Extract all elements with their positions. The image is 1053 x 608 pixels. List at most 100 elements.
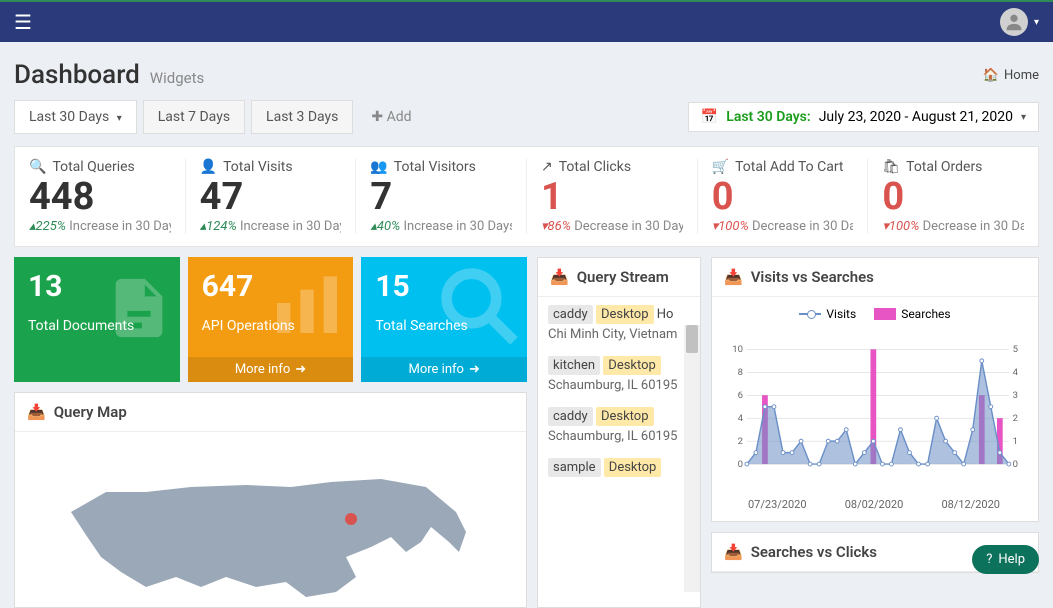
widgets-area: 13 Total Documents ➜647 API Operations M… (0, 247, 1053, 608)
stat-card: 👤Total Visits 47 124% Increase in 30 Day… (186, 159, 357, 234)
scrollbar[interactable] (684, 325, 700, 592)
stat-value: 47 (200, 177, 342, 219)
svg-text:10: 10 (732, 344, 743, 355)
page-header: Dashboard Widgets 🏠 Home (0, 42, 1053, 100)
home-icon: 🏠 (983, 68, 999, 83)
help-icon: ? (986, 552, 992, 567)
breadcrumb-home: Home (1004, 68, 1039, 83)
stat-pct: 100% (882, 219, 919, 234)
tile-green[interactable]: 13 Total Documents ➜ (14, 257, 180, 382)
svg-text:5: 5 (1013, 344, 1018, 355)
query-tag: caddy (548, 305, 593, 324)
svg-text:4: 4 (1013, 367, 1019, 378)
legend-swatch-bar (874, 308, 896, 320)
add-tab-button[interactable]: ✚ Add (359, 100, 423, 134)
users-icon: 👥 (370, 159, 387, 175)
query-stream-item[interactable]: sample Desktop (548, 458, 690, 477)
device-tag: Desktop (596, 305, 654, 324)
stat-pct: 100% (712, 219, 749, 234)
legend-label: Visits (826, 307, 856, 321)
legend-label: Searches (901, 307, 950, 321)
stat-change-text: Increase in 30 Days (404, 219, 513, 234)
x-label: 08/12/2020 (941, 498, 1000, 511)
map-body[interactable] (15, 432, 526, 607)
stat-change-text: Decrease in 30 Days (752, 219, 853, 234)
tab-row: Last 30 Days ▾ Last 7 Days Last 3 Days ✚… (0, 100, 1053, 134)
hamburger-icon[interactable]: ☰ (14, 10, 32, 34)
x-label: 08/02/2020 (845, 498, 904, 511)
stat-card: 🔍Total Queries 448 225% Increase in 30 D… (15, 159, 186, 234)
scroll-thumb[interactable] (686, 325, 698, 353)
query-tag: kitchen (548, 356, 600, 375)
user-menu[interactable]: ▾ (1000, 8, 1039, 36)
svg-text:6: 6 (738, 390, 743, 401)
tab-7days[interactable]: Last 7 Days (143, 100, 245, 134)
arrow-right-icon: ➜ (295, 362, 306, 377)
chevron-down-icon: ▾ (117, 113, 122, 124)
tab-3days[interactable]: Last 3 Days (251, 100, 353, 134)
stat-label: Total Visitors (394, 159, 476, 175)
chart-legend: Visits Searches (722, 307, 1028, 321)
svg-text:0: 0 (1013, 459, 1018, 470)
tile-bg-icon (267, 263, 347, 358)
panel-title: Visits vs Searches (751, 268, 874, 286)
svg-text:4: 4 (738, 413, 744, 424)
query-stream-panel: 📥Query Stream caddy Desktop HoChi Minh C… (537, 257, 701, 608)
panel-title: Query Stream (577, 268, 669, 286)
x-label: 07/23/2020 (748, 498, 807, 511)
stat-label: Total Clicks (559, 159, 631, 175)
top-bar: ☰ ▾ (0, 0, 1053, 42)
more-info-link[interactable]: More info ➜ (188, 357, 354, 382)
query-tag: caddy (548, 407, 593, 426)
stat-label: Total Queries (52, 159, 134, 175)
tab-30days[interactable]: Last 30 Days ▾ (14, 100, 137, 134)
tile-bg-icon (436, 263, 521, 363)
query-location: Schaumburg, IL 60195 (548, 429, 690, 444)
stat-value: 7 (370, 177, 512, 219)
stat-label: Total Add To Cart (735, 159, 843, 175)
svg-text:2: 2 (1013, 413, 1019, 424)
chevron-down-icon: ▾ (1021, 112, 1026, 123)
stat-value: 0 (712, 177, 854, 219)
chevron-down-icon: ▾ (1034, 17, 1039, 28)
svg-text:3: 3 (1013, 390, 1018, 401)
chart-body: Visits Searches 0246810 012345 07/23/202… (712, 297, 1038, 521)
tiles-row: 13 Total Documents ➜647 API Operations M… (14, 257, 527, 382)
svg-text:1: 1 (1013, 436, 1018, 447)
tile-orange[interactable]: 647 API Operations More info ➜ (188, 257, 354, 382)
avatar (1000, 8, 1028, 36)
stat-card: ↗Total Clicks 1 86% Decrease in 30 Days (527, 159, 698, 234)
breadcrumb[interactable]: 🏠 Home (983, 68, 1039, 83)
device-tag: Desktop (604, 458, 662, 477)
query-stream-item[interactable]: caddy Desktop HoChi Minh City, Vietnam (548, 305, 690, 342)
panel-title: Query Map (54, 403, 127, 421)
visits-searches-chart[interactable]: 0246810 012345 (722, 329, 1028, 494)
stat-change-text: Decrease in 30 Days (923, 219, 1024, 234)
page-subtitle: Widgets (150, 69, 204, 87)
arrow-right-icon: ➜ (469, 362, 480, 377)
calendar-icon: 📅 (701, 109, 718, 125)
tabs: Last 30 Days ▾ Last 7 Days Last 3 Days ✚… (14, 100, 424, 134)
visits-searches-panel: 📥 Visits vs Searches Visits Searches 0 2 4 6… (711, 257, 1039, 522)
stat-change-text: Decrease in 30 Days (574, 219, 683, 234)
stat-change-text: Increase in 30 Days (240, 219, 341, 234)
plus-icon: ✚ (371, 109, 383, 125)
legend-swatch-line (799, 308, 821, 320)
tile-bg-icon (104, 263, 174, 368)
date-range-picker[interactable]: 📅 Last 30 Days: July 23, 2020 - August 2… (688, 102, 1039, 132)
svg-text:8: 8 (738, 367, 743, 378)
query-map-panel: 📥Query Map (14, 392, 527, 608)
search-icon: 🔍 (29, 159, 46, 175)
stat-pct: 86% (541, 219, 571, 234)
query-stream-item[interactable]: caddy DesktopSchaumburg, IL 60195 (548, 407, 690, 444)
device-tag: Desktop (603, 356, 661, 375)
range-text: July 23, 2020 - August 21, 2020 (819, 109, 1013, 125)
query-stream-item[interactable]: kitchen DesktopSchaumburg, IL 60195 (548, 356, 690, 393)
help-button[interactable]: ?Help (972, 545, 1039, 574)
more-info-link[interactable]: More info ➜ (361, 357, 527, 382)
stat-label: Total Visits (223, 159, 293, 175)
usa-map (51, 437, 491, 607)
tile-blue[interactable]: 15 Total Searches More info ➜ (361, 257, 527, 382)
stat-value: 0 (882, 177, 1024, 219)
inbox-icon: 📥 (724, 268, 743, 286)
